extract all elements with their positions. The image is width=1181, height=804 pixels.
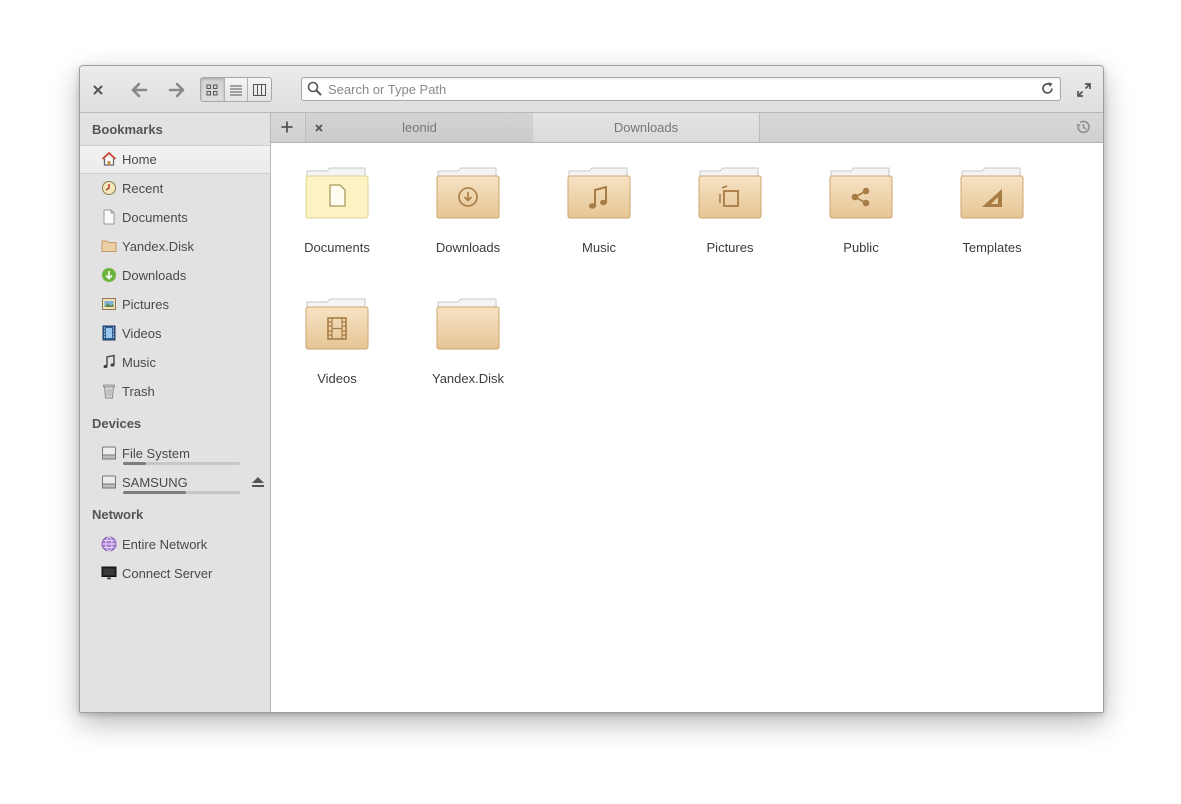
folder-item[interactable]: Downloads bbox=[408, 167, 528, 255]
sidebar: Bookmarks Home Recent Documents Yandex.D… bbox=[80, 113, 271, 712]
eject-icon[interactable] bbox=[251, 475, 265, 493]
sidebar-item-label: Videos bbox=[122, 326, 162, 341]
network-heading: Network bbox=[92, 507, 144, 522]
sidebar-item-trash[interactable]: Trash bbox=[80, 377, 270, 406]
close-icon[interactable] bbox=[88, 80, 108, 100]
sidebar-item-label: Trash bbox=[122, 384, 155, 399]
drive-icon bbox=[101, 474, 117, 490]
templates-folder-icon bbox=[960, 167, 1024, 219]
go-back-icon[interactable] bbox=[128, 80, 150, 100]
location-bar[interactable] bbox=[301, 77, 1061, 101]
disk-usage-bar bbox=[123, 462, 240, 465]
sidebar-item-connect-server[interactable]: Connect Server bbox=[80, 559, 270, 588]
sidebar-item-label: Home bbox=[122, 152, 157, 167]
add-tab-icon[interactable] bbox=[279, 119, 295, 135]
columns-icon bbox=[253, 83, 267, 96]
sidebar-item-file-system[interactable]: File System bbox=[80, 439, 270, 468]
sidebar-item-home[interactable]: Home bbox=[80, 145, 270, 174]
drive-icon bbox=[101, 445, 117, 461]
bookmarks-heading: Bookmarks bbox=[92, 122, 163, 137]
history-icon[interactable] bbox=[1075, 119, 1091, 140]
folder-label: Downloads bbox=[435, 240, 501, 255]
maximize-icon[interactable] bbox=[1074, 80, 1094, 100]
grid-icon bbox=[206, 84, 218, 95]
devices-heading: Devices bbox=[92, 416, 142, 431]
sidebar-item-label: Documents bbox=[122, 210, 188, 225]
list-view-button[interactable] bbox=[225, 78, 249, 101]
folder-label: Public bbox=[843, 240, 879, 255]
recent-icon bbox=[101, 180, 117, 196]
pictures-folder-icon bbox=[698, 167, 762, 219]
download-icon bbox=[101, 267, 117, 283]
public-folder-icon bbox=[829, 167, 893, 219]
sidebar-item-yandex-disk[interactable]: Yandex.Disk bbox=[80, 232, 270, 261]
sidebar-item-pictures[interactable]: Pictures bbox=[80, 290, 270, 319]
tab-label: Downloads bbox=[613, 120, 679, 135]
folder-label: Music bbox=[582, 240, 616, 255]
folder-item[interactable]: Public bbox=[801, 167, 921, 255]
tab-bar: leonid Downloads bbox=[271, 113, 1103, 143]
trash-icon bbox=[101, 383, 117, 399]
sidebar-item-label: Music bbox=[122, 355, 156, 370]
sidebar-item-samsung[interactable]: SAMSUNG bbox=[80, 468, 270, 497]
sidebar-item-entire-network[interactable]: Entire Network bbox=[80, 530, 270, 559]
downloads-folder-icon bbox=[436, 167, 500, 219]
folder-label: Pictures bbox=[706, 240, 754, 255]
disk-usage-bar bbox=[123, 491, 240, 494]
sidebar-item-label: File System bbox=[122, 446, 190, 461]
sidebar-item-label: Connect Server bbox=[122, 566, 213, 581]
yandex-disk-folder-icon bbox=[436, 298, 500, 350]
list-icon bbox=[230, 85, 242, 95]
folder-item[interactable]: Pictures bbox=[670, 167, 790, 255]
folder-item[interactable]: Templates bbox=[932, 167, 1052, 255]
documents-folder-icon bbox=[305, 167, 369, 219]
picture-icon bbox=[101, 296, 117, 312]
go-forward-icon[interactable] bbox=[166, 80, 188, 100]
sidebar-item-music[interactable]: Music bbox=[80, 348, 270, 377]
sidebar-item-documents[interactable]: Documents bbox=[80, 203, 270, 232]
folder-label: Yandex.Disk bbox=[431, 371, 504, 386]
sidebar-item-downloads[interactable]: Downloads bbox=[80, 261, 270, 290]
document-icon bbox=[101, 209, 117, 225]
search-icon bbox=[307, 81, 322, 101]
file-view: Documents Downloads Music Pictures Publi… bbox=[271, 143, 1103, 712]
music-folder-icon bbox=[567, 167, 631, 219]
close-tab-icon[interactable] bbox=[314, 121, 324, 136]
reload-icon[interactable] bbox=[1040, 81, 1055, 101]
sidebar-item-label: Entire Network bbox=[122, 537, 208, 552]
sidebar-item-videos[interactable]: Videos bbox=[80, 319, 270, 348]
tab-label: leonid bbox=[402, 120, 437, 135]
folder-label: Documents bbox=[304, 240, 370, 255]
icon-view-button[interactable] bbox=[201, 78, 225, 101]
view-switcher bbox=[200, 77, 272, 102]
folder-item[interactable]: Documents bbox=[277, 167, 397, 255]
home-icon bbox=[101, 151, 117, 167]
videos-folder-icon bbox=[305, 298, 369, 350]
sidebar-item-label: Pictures bbox=[122, 297, 169, 312]
sidebar-item-label: Yandex.Disk bbox=[122, 239, 195, 254]
header-bar bbox=[80, 66, 1103, 113]
server-icon bbox=[101, 565, 117, 581]
folder-icon bbox=[101, 238, 117, 254]
tab-downloads[interactable]: Downloads bbox=[533, 113, 760, 142]
sidebar-item-label: Recent bbox=[122, 181, 164, 196]
network-icon bbox=[101, 536, 117, 552]
folder-label: Templates bbox=[962, 240, 1022, 255]
search-input[interactable] bbox=[328, 78, 1028, 100]
music-icon bbox=[101, 354, 117, 370]
file-manager-window: Bookmarks Home Recent Documents Yandex.D… bbox=[79, 65, 1104, 713]
folder-item[interactable]: Music bbox=[539, 167, 659, 255]
sidebar-item-label: SAMSUNG bbox=[122, 475, 188, 490]
folder-item[interactable]: Yandex.Disk bbox=[408, 298, 528, 386]
tab-leonid[interactable]: leonid bbox=[305, 113, 534, 142]
sidebar-item-label: Downloads bbox=[122, 268, 187, 283]
video-icon bbox=[101, 325, 117, 341]
sidebar-item-recent[interactable]: Recent bbox=[80, 174, 270, 203]
folder-label: Videos bbox=[317, 371, 357, 386]
folder-item[interactable]: Videos bbox=[277, 298, 397, 386]
column-view-button[interactable] bbox=[248, 78, 271, 101]
